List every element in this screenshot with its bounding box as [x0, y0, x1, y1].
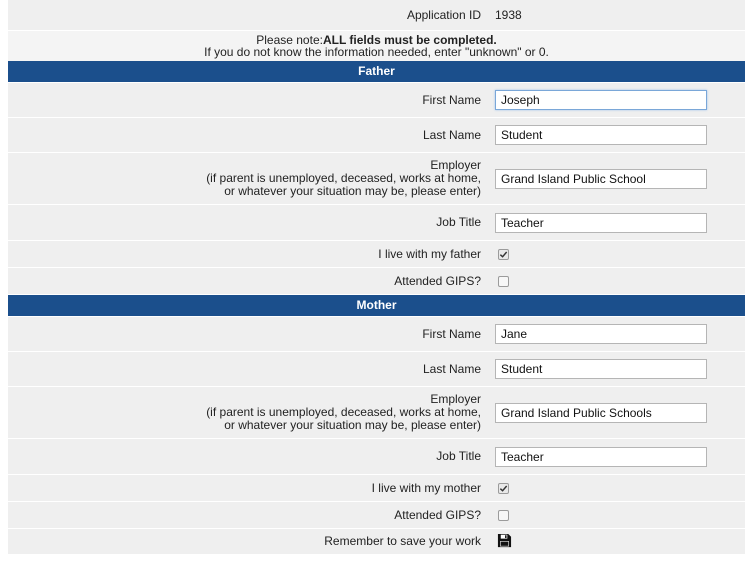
- father-live-with-checkbox[interactable]: [498, 248, 509, 260]
- father-first-name-row: First Name: [8, 83, 745, 118]
- mother-job-title-row: Job Title: [8, 439, 745, 475]
- application-id-row: Application ID 1938: [8, 0, 745, 31]
- father-last-name-row: Last Name: [8, 118, 745, 153]
- mother-live-with-row: I live with my mother: [8, 475, 745, 502]
- application-id-value: 1938: [495, 8, 522, 22]
- father-attended-gips-row: Attended GIPS?: [8, 268, 745, 295]
- father-employer-label: Employer (if parent is unemployed, decea…: [8, 159, 495, 198]
- mother-job-title-label: Job Title: [436, 449, 481, 463]
- notice-row: Please note:ALL fields must be completed…: [8, 31, 745, 61]
- floppy-disk-icon[interactable]: [497, 533, 512, 551]
- mother-attended-gips-checkbox[interactable]: [498, 509, 509, 521]
- notice-line2: If you do not know the information neede…: [204, 45, 549, 59]
- mother-first-name-label: First Name: [422, 326, 481, 341]
- mother-job-title-input[interactable]: [495, 446, 707, 467]
- father-employer-row: Employer (if parent is unemployed, decea…: [8, 153, 745, 205]
- father-section-heading: Father: [8, 61, 745, 83]
- mother-section-heading: Mother: [8, 295, 745, 317]
- father-attended-gips-checkbox[interactable]: [498, 275, 509, 287]
- father-live-with-row: I live with my father: [8, 241, 745, 268]
- mother-employer-row: Employer (if parent is unemployed, decea…: [8, 387, 745, 439]
- father-employer-label-line3: or whatever your situation may be, pleas…: [224, 184, 481, 198]
- mother-live-with-checkbox[interactable]: [498, 482, 509, 494]
- mother-live-with-label: I live with my mother: [371, 480, 481, 495]
- father-first-name-input[interactable]: [495, 90, 707, 110]
- father-first-name-label: First Name: [422, 92, 481, 107]
- father-attended-gips-label: Attended GIPS?: [394, 273, 481, 288]
- mother-first-name-input[interactable]: [495, 324, 707, 344]
- father-live-with-label: I live with my father: [378, 246, 481, 261]
- mother-employer-input[interactable]: [495, 402, 707, 423]
- application-id-label: Application ID: [406, 7, 481, 22]
- father-job-title-input[interactable]: [495, 212, 707, 233]
- mother-last-name-row: Last Name: [8, 352, 745, 387]
- mother-first-name-row: First Name: [8, 317, 745, 352]
- save-row: Remember to save your work: [8, 529, 745, 555]
- mother-attended-gips-label: Attended GIPS?: [394, 507, 481, 522]
- mother-last-name-label: Last Name: [422, 361, 481, 376]
- mother-last-name-input[interactable]: [495, 359, 707, 379]
- mother-employer-label: Employer (if parent is unemployed, decea…: [8, 393, 495, 432]
- mother-employer-label-line3: or whatever your situation may be, pleas…: [224, 418, 481, 432]
- father-last-name-input[interactable]: [495, 125, 707, 145]
- application-form: Application ID 1938 Please note:ALL fiel…: [8, 0, 745, 555]
- mother-attended-gips-row: Attended GIPS?: [8, 502, 745, 529]
- father-employer-input[interactable]: [495, 168, 707, 189]
- checkmark-icon: [499, 485, 508, 492]
- save-reminder-label: Remember to save your work: [324, 534, 481, 548]
- checkmark-icon: [499, 251, 508, 258]
- father-last-name-label: Last Name: [422, 127, 481, 142]
- father-job-title-label: Job Title: [436, 215, 481, 229]
- father-job-title-row: Job Title: [8, 205, 745, 241]
